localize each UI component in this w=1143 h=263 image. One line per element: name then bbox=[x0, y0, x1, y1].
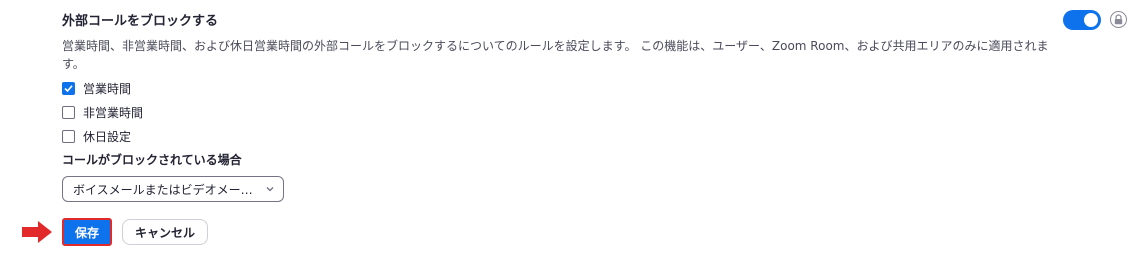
red-arrow-icon bbox=[22, 221, 52, 243]
cancel-button[interactable]: キャンセル bbox=[122, 219, 208, 245]
checkbox-icon[interactable] bbox=[62, 105, 75, 119]
chevron-down-icon bbox=[266, 187, 274, 192]
option-label: 非営業時間 bbox=[83, 105, 144, 120]
setting-title: 外部コールをブロックする bbox=[62, 14, 219, 29]
option-non-business-hours[interactable]: 非営業時間 bbox=[62, 104, 143, 120]
save-button[interactable]: 保存 bbox=[62, 218, 112, 246]
option-holiday[interactable]: 休日設定 bbox=[62, 128, 131, 144]
block-external-calls-toggle[interactable] bbox=[1063, 10, 1101, 30]
blocked-action-select[interactable]: ボイスメールまたはビデオメー… bbox=[62, 176, 284, 202]
blocked-heading: コールがブロックされている場合 bbox=[62, 153, 242, 167]
lock-icon[interactable] bbox=[1110, 11, 1127, 28]
toggle-knob bbox=[1084, 13, 1098, 27]
option-label: 営業時間 bbox=[83, 81, 132, 96]
checkbox-checked-icon[interactable] bbox=[62, 81, 75, 95]
select-value: ボイスメールまたはビデオメー… bbox=[73, 182, 253, 197]
option-business-hours[interactable]: 営業時間 bbox=[62, 80, 131, 96]
option-label: 休日設定 bbox=[83, 129, 132, 144]
setting-description: 営業時間、非営業時間、および休日営業時間の外部コールをブロックするについてのルー… bbox=[62, 39, 1049, 71]
checkbox-icon[interactable] bbox=[62, 129, 75, 143]
